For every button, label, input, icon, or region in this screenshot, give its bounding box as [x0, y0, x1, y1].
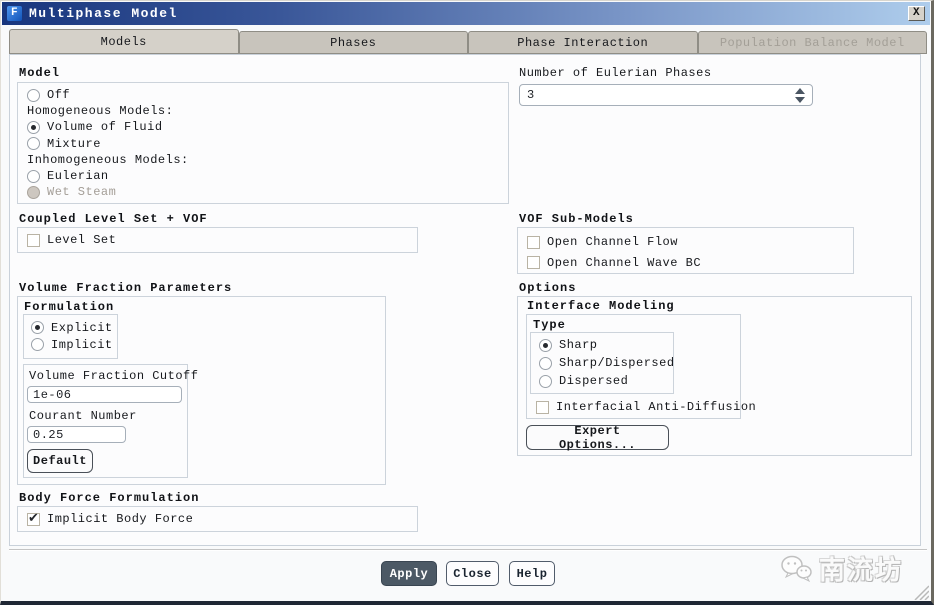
- radio-eulerian[interactable]: Eulerian: [18, 168, 508, 184]
- checkbox-open-channel-flow-icon[interactable]: [527, 236, 540, 249]
- radio-implicit[interactable]: Implicit: [24, 336, 117, 353]
- spin-up-icon[interactable]: [795, 88, 805, 94]
- vof-sub-models-box: Open Channel Flow Open Channel Wave BC: [517, 227, 854, 274]
- inhomogeneous-models-heading: Inhomogeneous Models:: [18, 152, 508, 168]
- radio-dispersed[interactable]: Dispersed: [531, 372, 673, 390]
- watermark: 南流坊: [779, 550, 903, 587]
- radio-off-label: Off: [47, 88, 70, 102]
- radio-sharp-dispersed[interactable]: Sharp/Dispersed: [531, 354, 673, 372]
- resize-grip[interactable]: [913, 584, 929, 600]
- type-title: Type: [533, 318, 566, 332]
- help-button[interactable]: Help: [509, 561, 555, 586]
- checkbox-interfacial-anti-diffusion[interactable]: Interfacial Anti-Diffusion: [527, 399, 756, 415]
- homogeneous-models-heading: Homogeneous Models:: [18, 103, 508, 119]
- window-title: Multiphase Model: [29, 6, 908, 21]
- formulation-title: Formulation: [24, 300, 114, 314]
- close-icon[interactable]: X: [908, 6, 925, 21]
- checkbox-open-channel-flow[interactable]: Open Channel Flow: [518, 234, 853, 250]
- homogeneous-models-label: Homogeneous Models:: [27, 104, 173, 118]
- apply-button[interactable]: Apply: [381, 561, 437, 586]
- spinner-arrows: [792, 88, 812, 103]
- courant-number-input[interactable]: [27, 426, 126, 443]
- radio-sharp-dispersed-icon[interactable]: [539, 357, 552, 370]
- tab-bar: Models Phases Phase Interaction Populati…: [9, 29, 927, 54]
- checkbox-level-set-icon[interactable]: [27, 234, 40, 247]
- watermark-text: 南流坊: [819, 550, 903, 587]
- tab-phases[interactable]: Phases: [239, 31, 469, 54]
- volume-fraction-cutoff-label: Volume Fraction Cutoff: [29, 369, 198, 383]
- radio-volume-of-fluid[interactable]: Volume of Fluid: [18, 119, 508, 135]
- eulerian-phases-spinner: [519, 84, 813, 106]
- checkbox-open-channel-flow-label: Open Channel Flow: [547, 235, 678, 249]
- radio-explicit-label: Explicit: [51, 321, 113, 335]
- coupled-level-set-title: Coupled Level Set + VOF: [19, 212, 208, 226]
- checkbox-level-set-label: Level Set: [47, 233, 116, 247]
- close-button[interactable]: Close: [446, 561, 499, 586]
- eulerian-phases-label: Number of Eulerian Phases: [519, 66, 712, 80]
- checkbox-implicit-body-force-icon[interactable]: [27, 513, 40, 526]
- radio-volume-of-fluid-icon[interactable]: [27, 121, 40, 134]
- courant-number-label: Courant Number: [29, 409, 137, 423]
- radio-off-icon[interactable]: [27, 89, 40, 102]
- title-bar[interactable]: F Multiphase Model X: [2, 2, 930, 25]
- vof-sub-models-title: VOF Sub-Models: [519, 212, 634, 226]
- model-group-title: Model: [19, 66, 60, 80]
- radio-implicit-icon[interactable]: [31, 338, 44, 351]
- multiphase-model-dialog: F Multiphase Model X Models Phases Phase…: [0, 0, 934, 605]
- checkbox-open-channel-wave-bc-label: Open Channel Wave BC: [547, 256, 701, 270]
- tab-population-balance-model: Population Balance Model: [698, 31, 928, 54]
- options-title: Options: [519, 281, 576, 295]
- radio-mixture-icon[interactable]: [27, 137, 40, 150]
- checkbox-interfacial-anti-diffusion-label: Interfacial Anti-Diffusion: [556, 400, 756, 414]
- coupled-level-set-box: Level Set: [17, 227, 418, 253]
- body-force-box: Implicit Body Force: [17, 506, 418, 532]
- checkbox-implicit-body-force[interactable]: Implicit Body Force: [18, 511, 193, 527]
- type-box: Sharp Sharp/Dispersed Dispersed: [530, 332, 674, 394]
- radio-eulerian-icon[interactable]: [27, 170, 40, 183]
- radio-sharp[interactable]: Sharp: [531, 336, 673, 354]
- fluent-app-icon: F: [7, 6, 22, 21]
- interface-modeling-title: Interface Modeling: [527, 299, 675, 313]
- model-group-box: Off Homogeneous Models: Volume of Fluid …: [17, 82, 509, 204]
- radio-mixture[interactable]: Mixture: [18, 136, 508, 152]
- formulation-box: Explicit Implicit: [23, 314, 118, 359]
- volume-fraction-parameters-title: Volume Fraction Parameters: [19, 281, 232, 295]
- checkbox-open-channel-wave-bc[interactable]: Open Channel Wave BC: [518, 255, 853, 271]
- radio-dispersed-icon[interactable]: [539, 375, 552, 388]
- volume-fraction-cutoff-input[interactable]: [27, 386, 182, 403]
- radio-dispersed-label: Dispersed: [559, 374, 628, 388]
- checkbox-level-set[interactable]: Level Set: [18, 232, 116, 248]
- radio-sharp-label: Sharp: [559, 338, 598, 352]
- radio-volume-of-fluid-label: Volume of Fluid: [47, 120, 163, 134]
- eulerian-phases-input[interactable]: [520, 85, 792, 105]
- body-force-formulation-title: Body Force Formulation: [19, 491, 199, 505]
- radio-implicit-label: Implicit: [51, 338, 113, 352]
- radio-sharp-icon[interactable]: [539, 339, 552, 352]
- inhomogeneous-models-label: Inhomogeneous Models:: [27, 153, 189, 167]
- radio-mixture-label: Mixture: [47, 137, 101, 151]
- radio-wet-steam: Wet Steam: [18, 184, 508, 200]
- default-button[interactable]: Default: [27, 449, 93, 473]
- radio-explicit[interactable]: Explicit: [24, 319, 117, 336]
- radio-sharp-dispersed-label: Sharp/Dispersed: [559, 356, 675, 370]
- radio-eulerian-label: Eulerian: [47, 169, 109, 183]
- spin-down-icon[interactable]: [795, 97, 805, 103]
- radio-wet-steam-icon: [27, 186, 40, 199]
- wechat-icon: [779, 554, 813, 584]
- checkbox-interfacial-anti-diffusion-icon[interactable]: [536, 401, 549, 414]
- checkbox-implicit-body-force-label: Implicit Body Force: [47, 512, 193, 526]
- radio-off[interactable]: Off: [18, 87, 508, 103]
- expert-options-button[interactable]: Expert Options...: [526, 425, 669, 450]
- checkbox-open-channel-wave-bc-icon[interactable]: [527, 256, 540, 269]
- tab-phase-interaction[interactable]: Phase Interaction: [468, 31, 698, 54]
- radio-wet-steam-label: Wet Steam: [47, 185, 116, 199]
- tab-models[interactable]: Models: [9, 29, 239, 54]
- radio-explicit-icon[interactable]: [31, 321, 44, 334]
